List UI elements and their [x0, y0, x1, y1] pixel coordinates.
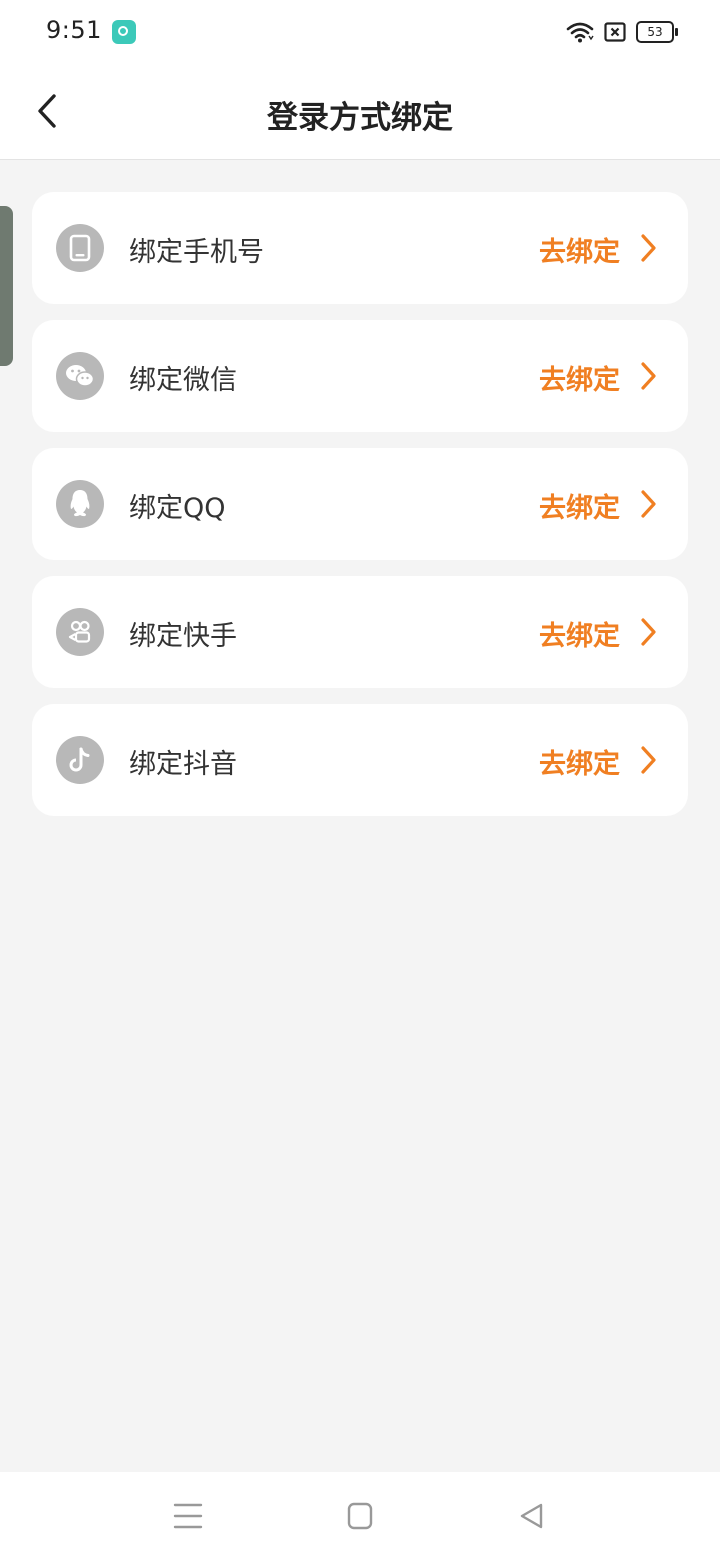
chevron-right-icon: [638, 489, 658, 519]
bind-wechat-label: 绑定微信: [129, 365, 237, 396]
bind-douyin-action[interactable]: 去绑定: [539, 742, 620, 781]
status-icons: 53: [566, 18, 678, 46]
chevron-right-icon: [638, 617, 658, 647]
bind-phone-action[interactable]: 去绑定: [539, 230, 620, 269]
page-title: 登录方式绑定: [267, 100, 453, 136]
chevron-right-icon: [638, 361, 658, 391]
home-icon[interactable]: [344, 1500, 376, 1532]
bind-wechat-row[interactable]: 绑定微信 去绑定: [32, 320, 688, 432]
qq-icon: [56, 480, 104, 528]
bind-douyin-label: 绑定抖音: [129, 749, 237, 780]
status-time: 9:51: [46, 16, 102, 44]
sim-disabled-icon: [604, 22, 626, 42]
app-notification-icon: [112, 20, 136, 44]
chevron-right-icon: [638, 233, 658, 263]
kuaishou-icon: [56, 608, 104, 656]
system-nav-bar: [0, 1472, 720, 1560]
bind-qq-label: 绑定QQ: [129, 493, 226, 524]
wechat-icon: [56, 352, 104, 400]
bind-phone-row[interactable]: 绑定手机号 去绑定: [32, 192, 688, 304]
bind-phone-label: 绑定手机号: [129, 237, 264, 268]
wifi-icon: [566, 21, 594, 43]
douyin-icon: [56, 736, 104, 784]
binding-list: 绑定手机号 去绑定 绑定微信 去绑定 绑定QQ 去绑定 绑定快手 去绑定 绑定抖…: [32, 192, 688, 832]
bind-douyin-row[interactable]: 绑定抖音 去绑定: [32, 704, 688, 816]
title-bar: 登录方式绑定: [0, 64, 720, 160]
menu-icon[interactable]: [172, 1500, 204, 1532]
battery-icon: 53: [636, 21, 678, 43]
chevron-right-icon: [638, 745, 658, 775]
bind-qq-row[interactable]: 绑定QQ 去绑定: [32, 448, 688, 560]
back-icon[interactable]: [516, 1500, 548, 1532]
bind-wechat-action[interactable]: 去绑定: [539, 358, 620, 397]
floating-side-tab[interactable]: [0, 206, 13, 366]
status-bar: 9:51 53: [0, 0, 720, 64]
bind-kuaishou-row[interactable]: 绑定快手 去绑定: [32, 576, 688, 688]
bind-qq-action[interactable]: 去绑定: [539, 486, 620, 525]
phone-icon: [56, 224, 104, 272]
bind-kuaishou-action[interactable]: 去绑定: [539, 614, 620, 653]
bind-kuaishou-label: 绑定快手: [129, 621, 237, 652]
